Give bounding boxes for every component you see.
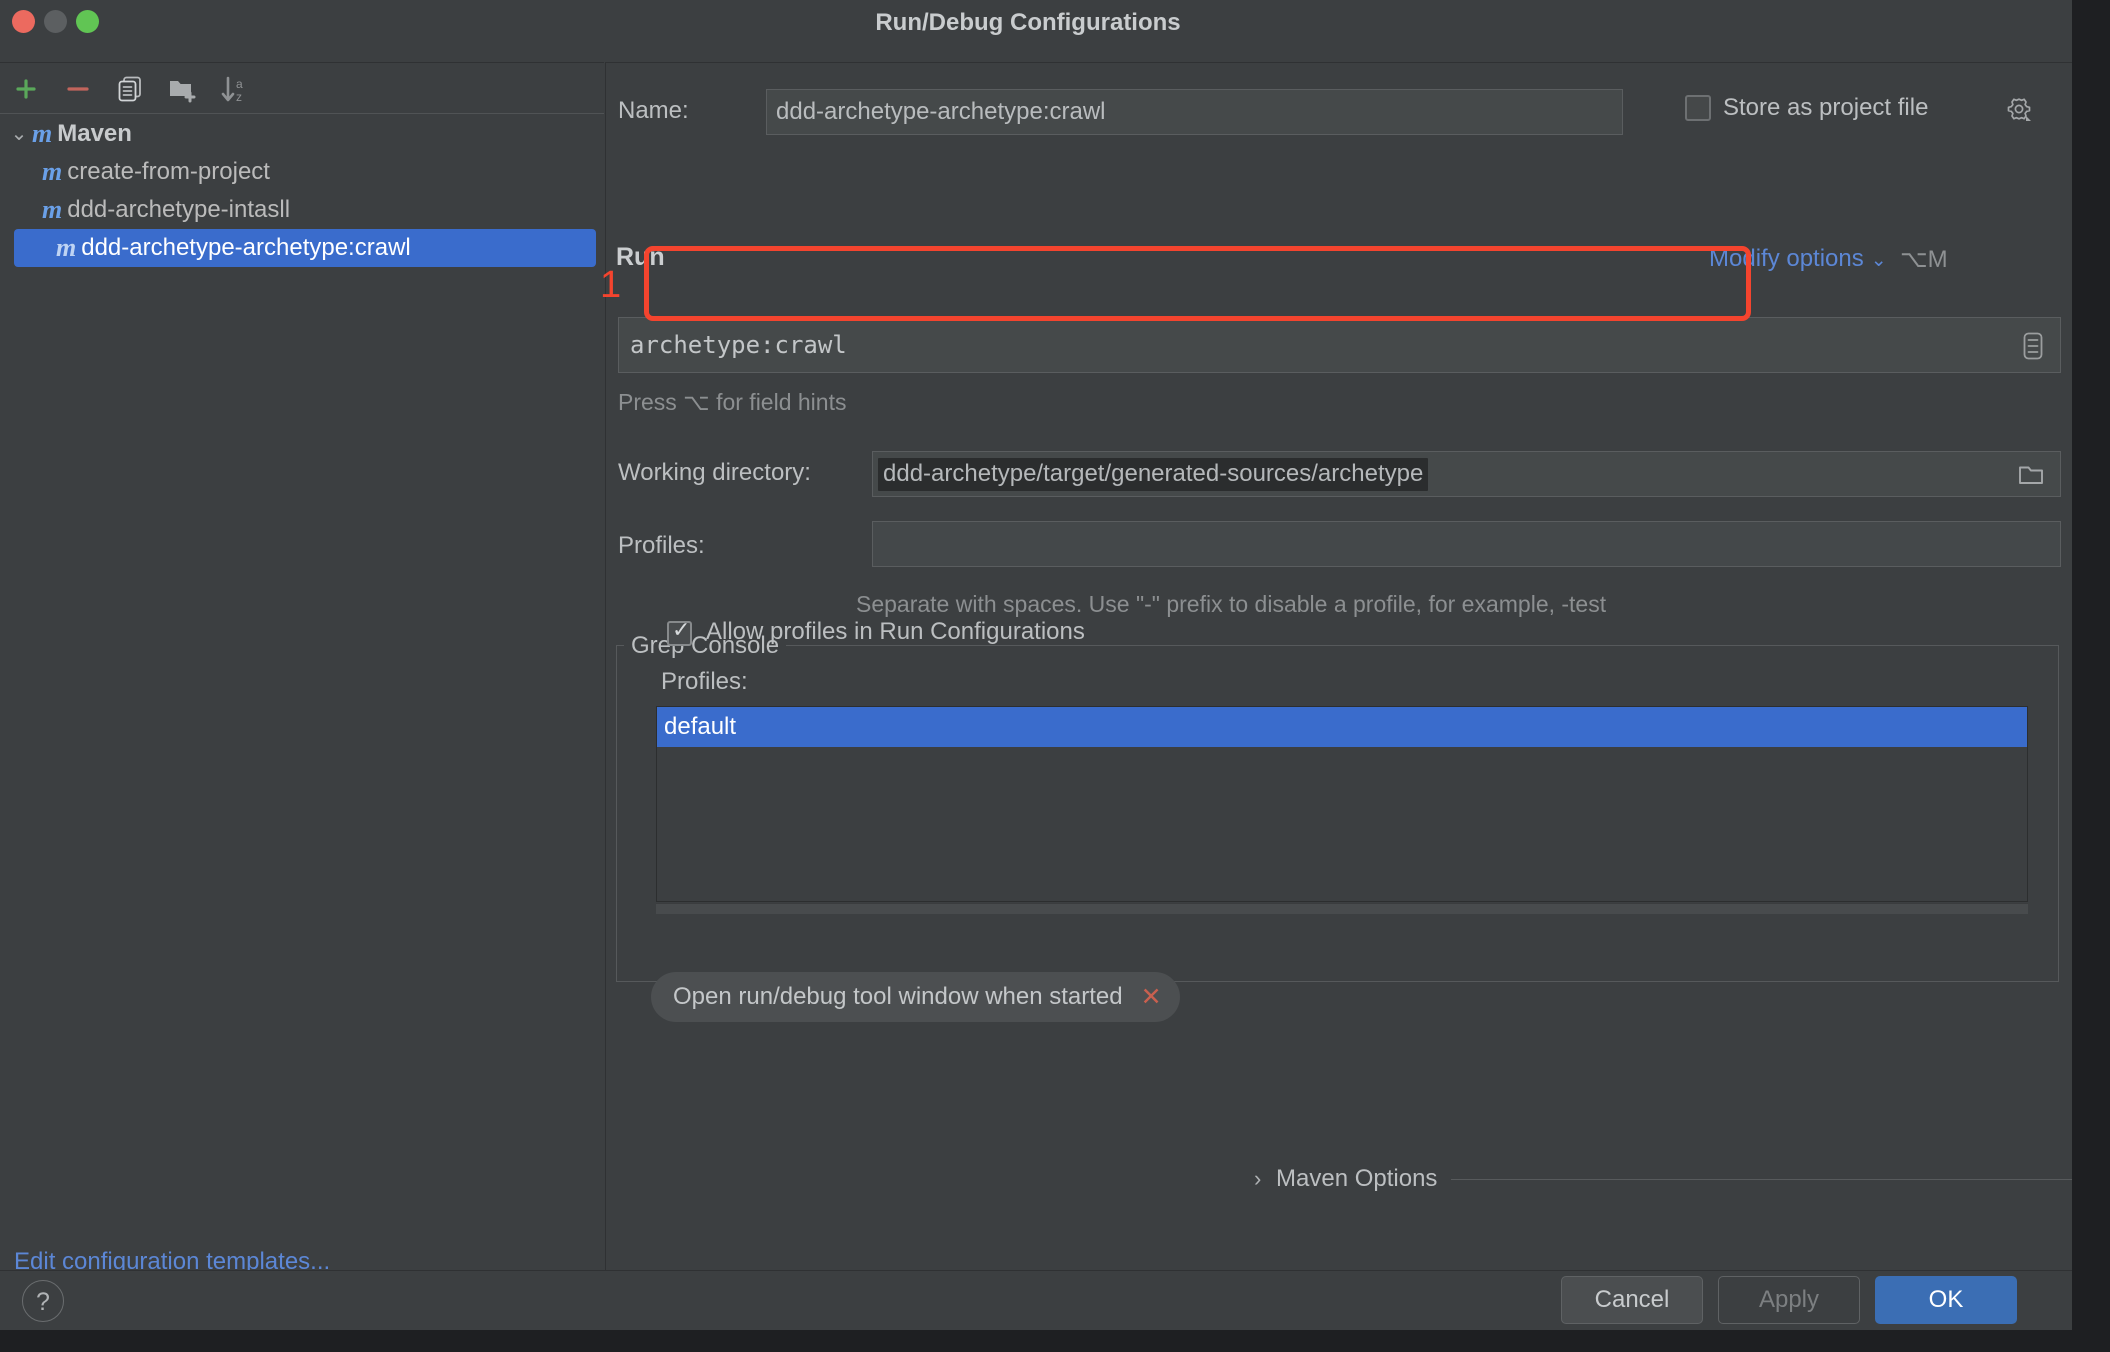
close-icon[interactable]: ✕ [1141,982,1162,1012]
checkmark-icon: ✓ [672,617,691,642]
section-maven-options[interactable]: › Maven Options Modify⌄ [1254,1163,2072,1195]
store-as-project-file-label: Store as project file [1723,94,1929,121]
sidebar-toolbar-divider [0,113,604,114]
background-strip-right [2072,0,2110,1352]
tree-group-maven[interactable]: ⌄ m Maven [0,115,604,153]
working-directory-label: Working directory: [618,459,811,486]
tree-item-ddd-archetype-archetype-crawl[interactable]: m ddd-archetype-archetype:crawl [14,229,596,267]
modify-options-label: Modify options [1709,245,1864,272]
option-chip-label: Open run/debug tool window when started [673,983,1123,1010]
copy-configuration-button[interactable] [114,73,148,105]
new-folder-button[interactable] [166,73,200,105]
profiles-hint: Separate with spaces. Use "-" prefix to … [856,591,1607,617]
annotation-step-number: 1 [600,264,622,306]
profiles-label: Profiles: [618,532,705,559]
run-command-value: archetype:crawl [630,331,847,359]
title-bar: Run/Debug Configurations [0,0,2072,62]
gear-icon[interactable] [2005,95,2033,123]
svg-text:a: a [236,77,243,91]
chevron-right-icon: › [1254,1166,1262,1191]
configuration-editor-pane: Name: ddd-archetype-archetype:crawl Stor… [605,62,2072,1310]
run-section-title: Run [616,243,665,271]
grep-profiles-horizontal-scrollbar[interactable] [656,903,2028,914]
maven-m-icon: m [56,233,77,262]
sidebar-toolbar: a z [0,63,604,113]
folder-browse-icon[interactable] [2016,462,2046,488]
background-strip-bottom [0,1330,2110,1352]
open-tool-window-option-chip[interactable]: Open run/debug tool window when started … [651,972,1180,1022]
command-list-icon[interactable] [2020,331,2046,361]
working-directory-value: ddd-archetype/target/generated-sources/a… [878,457,1429,491]
run-debug-configurations-dialog: Run/Debug Configurations a z ⌄ m Maven m… [0,0,2072,1330]
list-item[interactable]: default [657,707,2027,747]
configurations-tree: ⌄ m Maven m create-from-project m ddd-ar… [0,115,604,267]
configurations-sidebar: a z ⌄ m Maven m create-from-project m dd… [0,62,604,1275]
name-input[interactable]: ddd-archetype-archetype:crawl [766,89,1623,135]
maven-m-icon: m [32,119,53,148]
ok-button[interactable]: OK [1875,1276,2017,1324]
tree-group-label: Maven [57,120,132,147]
run-field-hint: Press ⌥ for field hints [618,389,847,415]
run-command-input[interactable]: archetype:crawl [618,317,2061,373]
tree-item-label: ddd-archetype-intasll [67,196,291,223]
section-maven-options-label: Maven Options [1276,1165,1438,1192]
grep-profiles-label: Profiles: [661,668,748,695]
add-configuration-button[interactable] [10,73,44,105]
profiles-input[interactable] [872,521,2061,567]
sort-az-button[interactable]: a z [218,73,252,105]
name-label: Name: [618,97,689,124]
working-directory-input[interactable]: ddd-archetype/target/generated-sources/a… [872,451,2061,497]
tree-item-label: create-from-project [67,158,270,185]
help-button[interactable]: ? [22,1280,64,1322]
dialog-title: Run/Debug Configurations [875,9,1181,36]
chevron-down-icon: ⌄ [1870,250,1887,271]
maven-m-icon: m [42,157,63,186]
tree-item-label: ddd-archetype-archetype:crawl [81,234,411,261]
grep-profiles-list[interactable]: default [656,706,2028,902]
svg-text:z: z [236,90,242,104]
modify-options-link[interactable]: Modify options ⌄ [1709,245,1887,273]
cancel-button[interactable]: Cancel [1561,1276,1703,1324]
store-as-project-file-checkbox[interactable] [1685,95,1711,121]
tree-item-ddd-archetype-intasll[interactable]: m ddd-archetype-intasll [0,191,604,229]
allow-profiles-checkbox[interactable]: ✓ [667,617,692,646]
maven-m-icon: m [42,195,63,224]
chevron-down-icon[interactable]: ⌄ [6,124,32,144]
remove-configuration-button[interactable] [62,73,96,105]
name-input-value: ddd-archetype-archetype:crawl [776,98,1106,125]
tree-item-create-from-project[interactable]: m create-from-project [0,153,604,191]
allow-profiles-label: Allow profiles in Run Configurations [706,618,1085,645]
section-rule [1451,1178,2072,1180]
modify-options-shortcut: ⌥M [1900,246,1948,273]
apply-button[interactable]: Apply [1718,1276,1860,1324]
dialog-footer: ? Cancel Apply OK [0,1270,2072,1330]
